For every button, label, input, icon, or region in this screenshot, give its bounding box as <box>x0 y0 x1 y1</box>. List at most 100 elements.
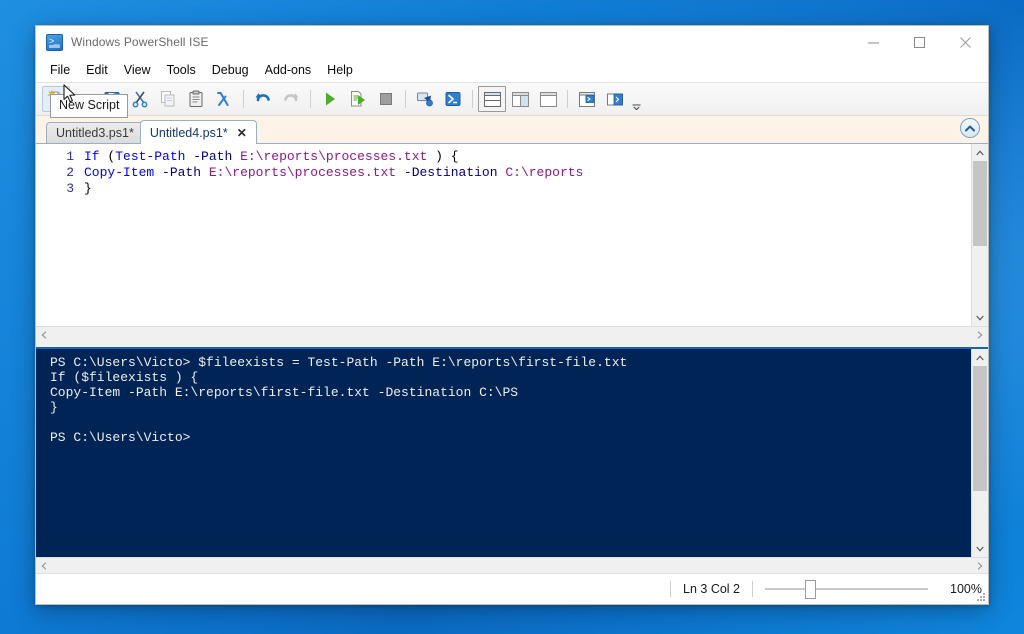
powershell-icon <box>46 33 63 51</box>
layout-maximize-script-button[interactable] <box>534 86 562 112</box>
console-scroll-right-button[interactable] <box>972 558 988 574</box>
editor-vertical-scrollbar[interactable] <box>971 144 988 326</box>
copy-pages-icon <box>161 91 175 107</box>
console-scroll-up-button[interactable] <box>972 349 988 366</box>
editor-scroll-left-button[interactable] <box>36 327 52 343</box>
menu-bar: File Edit View Tools Debug Add-ons Help <box>36 58 988 82</box>
show-script-pane-button[interactable] <box>573 86 601 112</box>
editor-scroll-track[interactable] <box>972 161 988 309</box>
minimize-button[interactable] <box>850 26 896 58</box>
toolbar-separator-5 <box>567 90 568 108</box>
toolbar <box>36 82 988 116</box>
code-token: E:\reports\processes.txt <box>208 165 397 180</box>
menu-view[interactable]: View <box>116 59 159 81</box>
code-token: Test-Path <box>115 149 186 164</box>
console-pane: PS C:\Users\Victo> $fileexists = Test-Pa… <box>36 347 988 557</box>
cursor-position-indicator: Ln 3 Col 2 <box>683 582 741 596</box>
new-script-tooltip: New Script <box>50 94 129 118</box>
stop-square-icon <box>380 93 392 105</box>
collapse-panes-button[interactable] <box>960 118 980 138</box>
layout-side-by-side-button[interactable] <box>506 86 534 112</box>
editor-scroll-up-button[interactable] <box>972 144 988 161</box>
console-scroll-thumb[interactable] <box>973 366 987 491</box>
code-token: -Path <box>193 149 233 164</box>
green-play-icon <box>326 92 335 106</box>
close-button[interactable] <box>942 26 988 58</box>
layout-side-icon <box>511 91 529 107</box>
chevron-up-circle-icon <box>965 125 975 131</box>
zoom-slider-thumb[interactable] <box>805 579 817 599</box>
status-bar: Ln 3 Col 2 100% <box>36 573 988 604</box>
clear-console-button[interactable] <box>210 86 238 112</box>
clipboard-icon <box>189 90 203 107</box>
tab-untitled3[interactable]: Untitled3.ps1 * <box>46 122 144 143</box>
lambda-icon <box>217 92 229 106</box>
run-script-button[interactable] <box>316 86 344 112</box>
console-scroll-left-button[interactable] <box>36 558 52 574</box>
code-line: 1 If (Test-Path -Path E:\reports\processe… <box>36 149 971 165</box>
layout-stacked-button[interactable] <box>478 86 506 112</box>
new-remote-tab-button[interactable] <box>411 86 439 112</box>
layout-stacked-icon <box>483 91 501 107</box>
tab-close-icon[interactable]: ✕ <box>237 127 247 139</box>
script-pane-top-icon <box>579 91 595 107</box>
layout-full-icon <box>539 91 557 107</box>
console-scroll-down-button[interactable] <box>972 540 988 557</box>
show-command-pane-button[interactable] <box>601 86 629 112</box>
code-line: 2 Copy-Item -Path E:\reports\processes.tx… <box>36 165 971 181</box>
chevron-right-icon <box>977 330 983 339</box>
window-controls <box>850 26 988 58</box>
code-token: -Path <box>162 165 202 180</box>
undo-button[interactable] <box>249 86 277 112</box>
run-selection-button[interactable] <box>344 86 372 112</box>
chevron-up-icon <box>976 354 984 360</box>
editor-scroll-down-button[interactable] <box>972 309 988 326</box>
chevron-right-icon <box>977 561 983 570</box>
resize-grip-icon[interactable] <box>974 590 986 602</box>
tab-modified-marker: * <box>128 126 134 140</box>
chevron-down-icon <box>632 104 640 110</box>
code-token: -Destination <box>403 165 498 180</box>
powershell-ise-window: Windows PowerShell ISE File Edit View To… <box>35 25 989 605</box>
status-separator-2 <box>752 581 754 597</box>
editor-scroll-right-button[interactable] <box>972 327 988 343</box>
tab-untitled4[interactable]: Untitled4.ps1 * ✕ <box>139 120 257 144</box>
stop-operation-button[interactable] <box>372 86 400 112</box>
toolbar-separator-2 <box>310 90 311 108</box>
toolbar-separator-3 <box>405 90 406 108</box>
code-token: ) { <box>427 149 459 164</box>
menu-debug[interactable]: Debug <box>204 59 257 81</box>
chevron-down-icon <box>976 546 984 552</box>
powershell-console-icon <box>445 92 461 106</box>
cut-button[interactable] <box>126 86 154 112</box>
editor-horizontal-scrollbar[interactable] <box>36 326 988 342</box>
redo-button[interactable] <box>277 86 305 112</box>
copy-button[interactable] <box>154 86 182 112</box>
menu-edit[interactable]: Edit <box>78 59 116 81</box>
script-editor-pane: 1 If (Test-Path -Path E:\reports\processe… <box>36 144 988 326</box>
menu-help[interactable]: Help <box>319 59 361 81</box>
document-play-icon <box>351 91 365 107</box>
start-powershell-button[interactable] <box>439 86 467 112</box>
editor-scroll-thumb[interactable] <box>973 161 987 246</box>
script-editor[interactable]: 1 If (Test-Path -Path E:\reports\processe… <box>36 144 971 326</box>
tab-modified-marker: * <box>222 125 228 140</box>
menu-tools[interactable]: Tools <box>159 59 204 81</box>
zoom-slider[interactable] <box>765 579 929 599</box>
console-output[interactable]: PS C:\Users\Victo> $fileexists = Test-Pa… <box>36 349 971 557</box>
console-vertical-scrollbar[interactable] <box>971 349 988 557</box>
maximize-button[interactable] <box>896 26 942 58</box>
title-bar: Windows PowerShell ISE <box>36 26 988 58</box>
paste-button[interactable] <box>182 86 210 112</box>
console-horizontal-scrollbar[interactable] <box>36 557 988 573</box>
menu-add-ons[interactable]: Add-ons <box>257 59 320 81</box>
code-token: Copy-Item <box>84 165 155 180</box>
window-title: Windows PowerShell ISE <box>71 35 209 49</box>
console-scroll-track[interactable] <box>972 366 988 540</box>
chevron-up-icon <box>976 149 984 155</box>
toolbar-overflow-button[interactable] <box>629 84 643 114</box>
menu-file[interactable]: File <box>42 59 78 81</box>
